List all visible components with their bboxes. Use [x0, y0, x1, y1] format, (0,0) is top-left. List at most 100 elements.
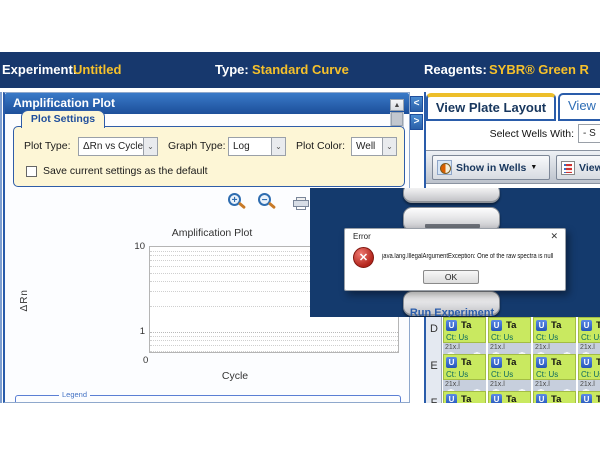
well-info-text: Ct: Us [446, 370, 468, 379]
well-target-label: Ta [596, 357, 600, 368]
gridline [150, 332, 398, 333]
caret-down-icon: ▼ [530, 164, 537, 171]
legend-label: Legend [59, 390, 90, 399]
plate-well[interactable]: UTaCt: Us [533, 354, 576, 380]
close-icon[interactable]: ✕ [550, 231, 558, 242]
save-default-checkbox[interactable] [26, 166, 37, 177]
plate-well[interactable]: UTaCt: Us [488, 391, 531, 403]
reagents-label: Reagents: [424, 62, 487, 77]
experiment-info-bar: Experiment: Untitled Type: Standard Curv… [0, 52, 600, 88]
screenshot-stage: Experiment: Untitled Type: Standard Curv… [0, 0, 600, 450]
task-unknown-icon: U [491, 320, 502, 331]
plate-well[interactable]: UTaCt: Us [578, 317, 600, 343]
well-top-text: 21x.l [580, 344, 595, 351]
expand-right-icon[interactable]: > [410, 114, 423, 130]
tab-view-plate-layout[interactable]: View Plate Layout [426, 93, 556, 121]
chevron-down-icon: ⌄ [382, 138, 396, 155]
gridline [150, 340, 398, 341]
ok-button[interactable]: OK [423, 270, 479, 284]
chevron-down-icon: ⌄ [143, 138, 157, 155]
plate-well[interactable]: UTaCt: Us [533, 391, 576, 403]
collapse-left-icon[interactable]: < [410, 96, 423, 112]
task-unknown-icon: U [536, 357, 547, 368]
error-dialog: Error ✕ ✕ java.lang.IllegalArgumentExcep… [344, 228, 566, 291]
zoom-out-icon[interactable]: − [258, 193, 271, 206]
task-unknown-icon: U [581, 357, 592, 368]
x-axis-origin-tick: 0 [143, 355, 148, 366]
run-window-button-top[interactable] [403, 188, 500, 203]
window-left-border [0, 92, 2, 403]
plot-color-label: Plot Color: [296, 140, 345, 152]
well-info-text: Ct: Us [536, 333, 558, 342]
well-top-text: 21x.l [535, 344, 550, 351]
plate-well[interactable]: U Ta Ct: Us [533, 317, 576, 343]
dialog-title: Error [353, 232, 371, 241]
plate-well[interactable]: UTaCt: Us [488, 317, 531, 343]
plate-toolbar: Show in Wells ▼ View L [426, 150, 600, 184]
error-message: java.lang.IllegalArgumentException: One … [382, 253, 553, 260]
well-top-text: 21x.l [445, 381, 460, 388]
well-target-label: Ta [596, 394, 600, 403]
well-target-label: Ta [461, 357, 471, 368]
y-tick-label: 10 [123, 241, 145, 252]
plate-row-label: E [426, 360, 442, 372]
experiment-value: Untitled [73, 62, 121, 77]
y-tick-label: 1 [123, 326, 145, 337]
chart-title: Amplification Plot [152, 227, 272, 239]
plate-well[interactable]: U Ta Ct: Us [443, 317, 486, 343]
x-axis-label: Cycle [190, 370, 280, 382]
plate-well[interactable]: U Ta Ct: Us [578, 354, 600, 380]
plot-type-select[interactable]: ΔRn vs Cycle ⌄ [78, 137, 158, 156]
plate-grid: DUTaCt: Us21x.lUTaCt: Us21x.lUTaCt: Us21… [426, 317, 600, 403]
print-icon[interactable] [293, 197, 309, 210]
plate-well[interactable]: UTaCt: Us [443, 391, 486, 403]
well-target-label: Ta [551, 320, 561, 331]
plot-type-label: Plot Type: [24, 140, 71, 152]
graph-type-select[interactable]: Log ⌄ [228, 137, 286, 156]
well-target-label: Ta [506, 394, 516, 403]
task-unknown-icon: U [446, 357, 457, 368]
well-info-text: Ct: Us [581, 370, 600, 379]
well-info-text: Ct: Us [446, 333, 468, 342]
reagents-value: SYBR® Green R [489, 62, 589, 77]
well-gap-strip: 21x.l [443, 380, 486, 391]
save-default-label: Save current settings as the default [43, 165, 208, 177]
plate-well[interactable]: U Ta Ct: Us [443, 354, 486, 380]
chevron-down-icon: ⌄ [271, 138, 285, 155]
zoom-in-icon[interactable]: + [228, 193, 241, 206]
plate-well[interactable]: UTaCt: Us [488, 354, 531, 380]
well-top-text: 21x.l [490, 381, 505, 388]
task-unknown-icon: U [581, 394, 592, 403]
well-target-label: Ta [461, 320, 471, 331]
plot-color-select[interactable]: Well ⌄ [351, 137, 397, 156]
table-icon [561, 161, 575, 175]
gridline [150, 336, 398, 337]
gridline [150, 351, 398, 352]
tab-plot-settings[interactable]: Plot Settings [21, 110, 105, 128]
scroll-thumb[interactable] [391, 112, 403, 126]
well-top-text: 21x.l [535, 381, 550, 388]
tab-view-well-table[interactable]: View [558, 93, 600, 121]
well-target-label: Ta [551, 394, 561, 403]
task-unknown-icon: U [536, 320, 547, 331]
plate-well[interactable]: UTaCt: Us [578, 391, 600, 403]
type-value: Standard Curve [252, 62, 349, 77]
well-gap-strip: 21x.l [488, 380, 531, 391]
select-wells-label: Select Wells With: [490, 128, 574, 140]
view-layout-button[interactable]: View L [556, 155, 600, 180]
gridline [150, 345, 398, 346]
experiment-label: Experiment: [2, 62, 77, 77]
task-unknown-icon: U [446, 320, 457, 331]
plot-settings-group: Plot Type: ΔRn vs Cycle ⌄ Graph Type: Lo… [13, 126, 405, 187]
graph-type-label: Graph Type: [168, 140, 226, 152]
well-target-label: Ta [596, 320, 600, 331]
well-target-label: Ta [551, 357, 561, 368]
plate-row-label: D [426, 323, 442, 335]
well-gap-strip: 21x.l [533, 380, 576, 391]
select-wells-dropdown[interactable]: - S [578, 124, 600, 143]
well-top-text: 21x.l [445, 344, 460, 351]
run-experiment-link[interactable]: Run Experiment [390, 307, 514, 317]
show-in-wells-button[interactable]: Show in Wells ▼ [432, 155, 550, 180]
scroll-up-icon[interactable]: ▲ [390, 99, 404, 111]
well-gap-strip: 21x.l [533, 343, 576, 354]
